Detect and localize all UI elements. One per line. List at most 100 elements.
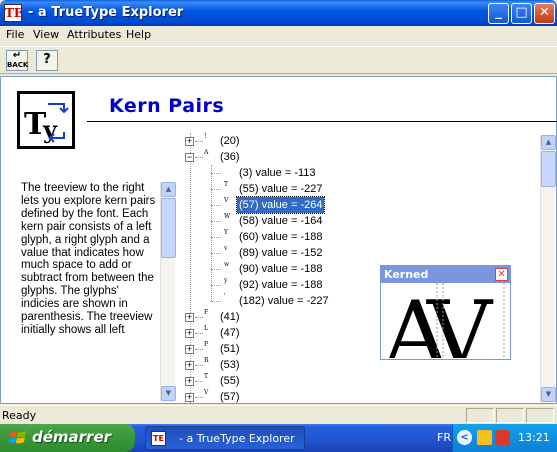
scroll-up-icon[interactable]: ▲ [161,182,176,197]
menu-file[interactable]: File [6,28,24,41]
toolbar: ↵ BACK ? [0,46,557,74]
expand-icon[interactable]: + [185,361,194,370]
glyph-preview: A [204,149,209,156]
tree-node[interactable]: + ! (20) [181,133,481,149]
tree-node[interactable]: + T (55) [181,373,481,389]
tree-node-label[interactable]: (55) value = -227 [239,181,322,197]
tree-node[interactable]: + V (57) [181,389,481,403]
tree-guide [195,157,203,158]
tree-guide [211,285,221,286]
tree-child[interactable]: Y (60) value = -188 [181,229,481,245]
scroll-up-icon[interactable]: ▲ [541,135,556,150]
tree-child[interactable]: W (58) value = -164 [181,213,481,229]
taskbar-app-button[interactable]: TE - a TrueType Explorer [145,426,305,450]
tree-node-label[interactable]: (51) [220,341,240,357]
tree-guide [211,173,221,174]
kerned-title-bar[interactable]: Kerned ✕ [381,266,510,283]
tree-guide [211,237,221,238]
glyph-preview: v [224,245,228,252]
menu-help[interactable]: Help [126,28,151,41]
maximize-button[interactable]: □ [511,3,532,24]
tree-node-label[interactable]: (47) [220,325,240,341]
page-title: Kern Pairs [109,95,225,117]
tree-node-label-selected[interactable]: (57) value = -264 [235,196,326,214]
menu-bar: File View Attributes Help [0,26,557,45]
minimize-button[interactable]: _ [488,3,509,24]
description-text: The treeview to the right lets you explo… [21,182,156,336]
close-button[interactable]: ✕ [534,3,555,24]
status-panel [466,408,494,423]
tree-node-label[interactable]: (89) value = -152 [239,245,322,261]
tree-guide [211,253,221,254]
tree-node-expanded[interactable]: − A (36) [181,149,481,165]
tree-guide [195,141,203,142]
start-button[interactable]: démarrer [0,424,135,452]
kerned-close-button[interactable]: ✕ [495,268,508,281]
scroll-thumb[interactable] [541,151,556,187]
tree-node-label[interactable]: (182) value = -227 [239,293,329,309]
tree-scrollbar[interactable]: ▲ ▼ [540,135,556,403]
glyph-preview: y [224,277,228,284]
tree-node-label[interactable]: (55) [220,373,240,389]
scroll-down-icon[interactable]: ▼ [541,387,556,402]
tree-guide [195,381,203,382]
help-icon: ? [43,52,51,67]
taskbar: démarrer TE - a TrueType Explorer FR < 1… [0,424,557,452]
kerned-right-glyph: V [426,283,494,358]
tree-child[interactable]: v (89) value = -152 [181,245,481,261]
glyph-preview: L [204,325,208,332]
collapse-icon[interactable]: − [185,153,194,162]
tree-node-label[interactable]: (90) value = -188 [239,261,322,277]
tree-guide [211,301,221,302]
help-button[interactable]: ? [36,50,58,71]
glyph-preview: ! [204,133,207,140]
tree-guide [195,333,203,334]
expand-icon[interactable]: + [185,345,194,354]
truetype-logo: T y [17,91,75,149]
expand-icon[interactable]: + [185,313,194,322]
tree-node-label[interactable]: (58) value = -164 [239,213,322,229]
expand-icon[interactable]: + [185,137,194,146]
expand-icon[interactable]: + [185,377,194,386]
windows-logo-icon [9,431,26,444]
tree-node-label[interactable]: (57) [220,389,240,403]
tree-node-label[interactable]: (53) [220,357,240,373]
svg-text:y: y [42,115,58,144]
tree-node-label[interactable]: (60) value = -188 [239,229,322,245]
tree-child-selected[interactable]: V (57) value = -264 [181,196,481,214]
kerned-preview-window[interactable]: Kerned ✕ A V [380,265,511,360]
glyph-preview: P [204,341,209,348]
glyph-preview: V [224,197,229,204]
status-panel [526,408,554,423]
description-scrollbar[interactable]: ▲ ▼ [160,182,176,402]
tree-guide [195,365,203,366]
menu-attributes[interactable]: Attributes [67,28,121,41]
kerned-glyph-preview: A V [385,283,509,358]
scroll-down-icon[interactable]: ▼ [161,386,176,401]
tree-guide [211,205,221,206]
tree-node-label[interactable]: (20) [220,133,240,149]
clock[interactable]: 13:21 [518,431,550,444]
tree-child[interactable]: (3) value = -113 [181,165,481,181]
tree-node-label[interactable]: (41) [220,309,240,325]
language-indicator[interactable]: FR [437,431,451,444]
tree-node-label[interactable]: (3) value = -113 [239,165,316,181]
kerned-title: Kerned [384,268,429,281]
scroll-thumb[interactable] [161,198,176,258]
security-shield-icon[interactable] [477,430,492,445]
tree-node-label[interactable]: (36) [220,149,240,165]
tree-guide [211,269,221,270]
title-bar[interactable]: TE - a TrueType Explorer _ □ ✕ [0,0,557,26]
back-button[interactable]: ↵ BACK [6,50,28,71]
chevron-left-icon[interactable]: < [457,430,472,445]
expand-icon[interactable]: + [185,329,194,338]
expand-icon[interactable]: + [185,393,194,402]
title-divider [87,121,557,122]
status-bar: Ready [0,405,557,424]
app-icon[interactable]: TE [4,4,23,22]
tree-child[interactable]: T (55) value = -227 [181,181,481,197]
menu-view[interactable]: View [33,28,59,41]
tree-guide [211,189,221,190]
tree-node-label[interactable]: (92) value = -188 [239,277,322,293]
security-alert-icon[interactable] [495,430,510,445]
